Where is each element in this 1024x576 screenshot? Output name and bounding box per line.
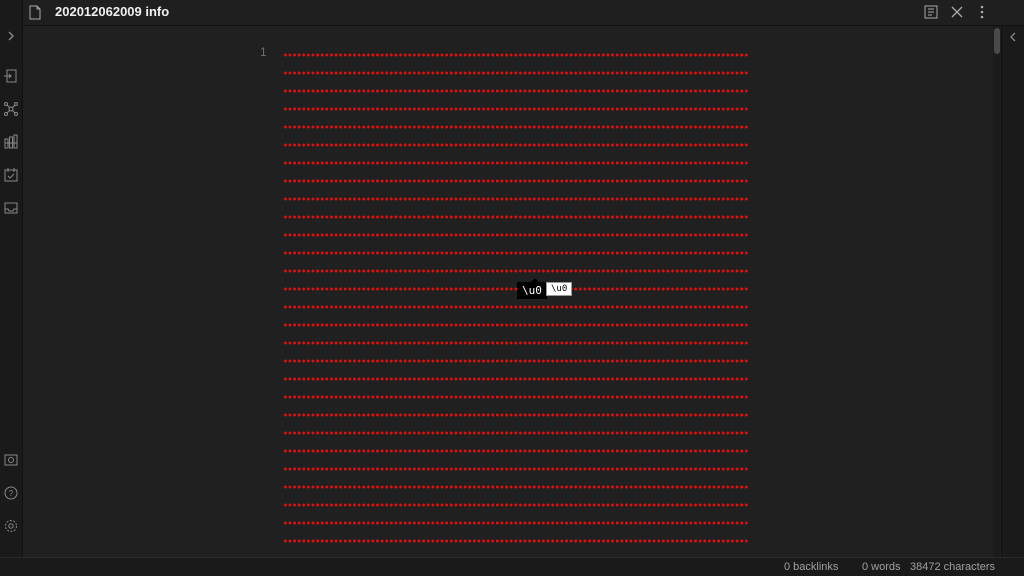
null-character-dots[interactable] bbox=[283, 46, 748, 557]
collapse-right-sidebar-icon[interactable] bbox=[1007, 30, 1019, 48]
editor-pane[interactable]: 1 \u0 \u0 bbox=[23, 26, 993, 557]
word-count: 0 words bbox=[862, 561, 901, 573]
quick-switcher-icon[interactable] bbox=[3, 68, 19, 84]
backlinks-count[interactable]: 0 backlinks bbox=[784, 561, 838, 573]
close-icon[interactable] bbox=[950, 5, 964, 19]
inbox-icon[interactable] bbox=[3, 200, 19, 216]
help-icon[interactable]: ? bbox=[3, 485, 19, 501]
expand-sidebar-icon[interactable] bbox=[3, 28, 19, 44]
left-ribbon: ? bbox=[0, 0, 23, 557]
char-tooltip-dark: \u0 bbox=[517, 278, 547, 299]
right-sidebar-rail bbox=[1001, 26, 1024, 557]
note-header: 202012062009 info bbox=[23, 0, 1024, 26]
status-bar: 0 backlinks 0 words 38472 characters bbox=[0, 557, 1024, 576]
kanban-icon[interactable] bbox=[3, 134, 19, 150]
vault-icon[interactable] bbox=[3, 452, 19, 468]
scrollbar-thumb[interactable] bbox=[994, 28, 1000, 54]
svg-text:?: ? bbox=[9, 489, 14, 498]
note-title[interactable]: 202012062009 info bbox=[55, 4, 169, 19]
character-count: 38472 characters bbox=[910, 561, 995, 573]
scrollbar-track[interactable] bbox=[993, 26, 1000, 557]
daily-note-icon[interactable] bbox=[3, 167, 19, 183]
settings-icon[interactable] bbox=[3, 518, 19, 534]
graph-view-icon[interactable] bbox=[3, 101, 19, 117]
more-options-icon[interactable] bbox=[975, 5, 989, 19]
line-number: 1 bbox=[260, 45, 267, 59]
reading-view-icon[interactable] bbox=[924, 5, 938, 19]
file-icon bbox=[29, 5, 43, 21]
char-tooltip-light: \u0 bbox=[546, 282, 573, 296]
